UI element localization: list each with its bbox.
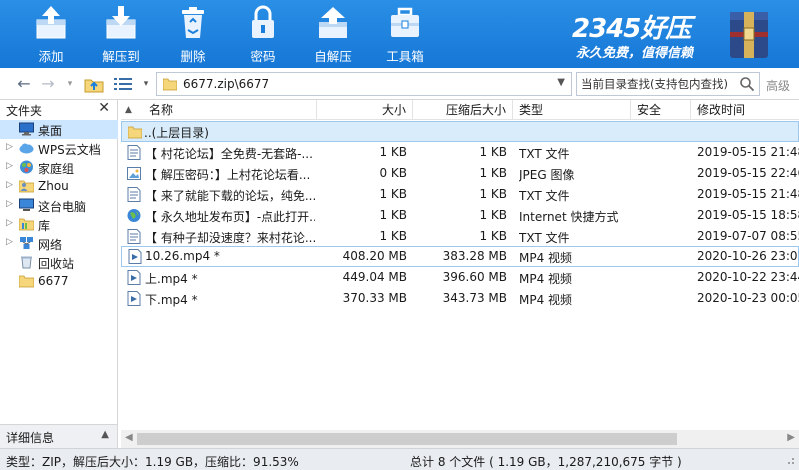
archive-info-text: 类型：ZIP，解压后大小：1.19 GB，压缩比：91.53% xyxy=(6,455,299,469)
file-row[interactable]: 【 解压密码：】上村花论坛看... 0 KB 1 KB JPEG 图像 2019… xyxy=(121,163,799,184)
column-modified[interactable]: 修改时间 xyxy=(691,100,799,120)
trash-icon xyxy=(182,7,204,38)
video-file-icon xyxy=(127,291,141,306)
file-row[interactable]: 【 来了就能下载的论坛，纯免... 1 KB 1 KB TXT 文件 2019-… xyxy=(121,184,799,205)
video-file-icon xyxy=(127,270,141,285)
address-bar: ← → ▾ ▾ 6677.zip\6677 ▼ 高级 xyxy=(0,68,799,100)
tree-item-zhou[interactable]: ▷ Zhou xyxy=(0,177,118,196)
extract-to-button[interactable]: 解压到 xyxy=(90,0,152,68)
brand-slogan: 永久免费，值得信赖 xyxy=(576,46,694,61)
expand-arrow-icon[interactable]: ▷ xyxy=(6,180,13,190)
scroll-right-icon[interactable]: ▶ xyxy=(787,432,795,443)
path-field[interactable]: 6677.zip\6677 ▼ xyxy=(156,72,572,96)
archive-box-icon xyxy=(730,12,768,58)
text-file-icon xyxy=(127,187,141,202)
network-icon xyxy=(20,237,33,249)
parent-directory-row[interactable]: ..(上层目录) xyxy=(121,121,799,142)
recycle-bin-icon xyxy=(21,256,32,269)
file-row[interactable]: 【 村花论坛】全免费-无套路-... 1 KB 1 KB TXT 文件 2019… xyxy=(121,142,799,163)
file-row[interactable]: 10.26.mp4 * 408.20 MB 383.28 MB MP4 视频 2… xyxy=(121,246,799,267)
folder-panel-header: 文件夹 ✕ xyxy=(0,100,118,120)
search-box xyxy=(576,72,760,96)
path-text: 6677.zip\6677 xyxy=(183,77,270,91)
internet-shortcut-icon xyxy=(127,209,141,222)
lock-icon xyxy=(252,5,274,38)
user-folder-icon xyxy=(19,180,34,193)
desktop-icon xyxy=(19,122,34,136)
file-row[interactable]: 【 永久地址发布页】-点此打开... 1 KB 1 KB Internet 快捷… xyxy=(121,205,799,226)
expand-arrow-icon[interactable]: ▷ xyxy=(6,142,13,152)
tree-item-desktop[interactable]: 桌面 xyxy=(0,120,118,139)
status-bar: 类型：ZIP，解压后大小：1.19 GB，压缩比：91.53% 总计 8 个文件… xyxy=(0,448,799,470)
brand-title: 2345好压 xyxy=(572,14,691,44)
add-button[interactable]: 添加 xyxy=(20,0,82,68)
close-icon[interactable]: ✕ xyxy=(98,100,110,116)
folder-icon xyxy=(163,78,177,91)
expand-arrow-icon[interactable]: ▷ xyxy=(6,237,13,247)
expand-arrow-icon[interactable]: ▷ xyxy=(6,218,13,228)
forward-icon[interactable]: → xyxy=(38,74,58,94)
path-dropdown-icon[interactable]: ▼ xyxy=(557,77,565,88)
parent-directory-label: ..(上层目录) xyxy=(144,126,209,140)
brand-logo: 2345好压 永久免费，值得信赖 xyxy=(572,8,720,62)
tree-item-library[interactable]: ▷ 库 xyxy=(0,215,118,234)
column-name[interactable]: ▲ 名称 xyxy=(121,100,317,120)
tree-item-recycle-bin[interactable]: 回收站 xyxy=(0,253,118,272)
folder-panel-title: 文件夹 xyxy=(6,104,43,118)
horizontal-scrollbar[interactable]: ◀ ▶ xyxy=(121,430,799,448)
folder-icon xyxy=(128,126,142,139)
toolbox-icon xyxy=(391,7,419,37)
file-list: ▲ 名称 大小 压缩后大小 类型 安全 修改时间 ..(上层目录) 【 村花论坛… xyxy=(121,100,799,448)
view-mode-icon[interactable] xyxy=(114,77,132,91)
tree-item-homegroup[interactable]: ▷ 家庭组 xyxy=(0,158,118,177)
text-file-icon xyxy=(127,145,141,160)
computer-icon xyxy=(19,198,34,211)
column-packed-size[interactable]: 压缩后大小 xyxy=(413,100,513,120)
text-file-icon xyxy=(127,229,141,244)
expand-arrow-icon[interactable]: ▷ xyxy=(6,161,13,171)
file-list-header: ▲ 名称 大小 压缩后大小 类型 安全 修改时间 xyxy=(121,100,799,120)
add-icon xyxy=(36,6,66,39)
search-icon[interactable] xyxy=(739,76,755,92)
tree-item-this-pc[interactable]: ▷ 这台电脑 xyxy=(0,196,118,215)
up-folder-icon[interactable] xyxy=(84,75,104,93)
extract-icon xyxy=(106,6,136,39)
file-row[interactable]: 上.mp4 * 449.04 MB 396.60 MB MP4 视频 2020-… xyxy=(121,267,799,288)
chevron-up-icon[interactable]: ▲ xyxy=(101,429,109,440)
file-row[interactable]: 下.mp4 * 370.33 MB 343.73 MB MP4 视频 2020-… xyxy=(121,288,799,309)
toolbox-button[interactable]: 工具箱 xyxy=(374,0,436,68)
back-icon[interactable]: ← xyxy=(14,74,34,94)
homegroup-icon xyxy=(20,160,33,174)
details-panel-toggle[interactable]: 详细信息 ▲ xyxy=(0,424,118,448)
main-toolbar: 添加 解压到 删除 密码 自解压 工具箱 2345好压 永久免费，值得信赖 xyxy=(0,0,799,68)
scroll-left-icon[interactable]: ◀ xyxy=(125,432,133,443)
password-button[interactable]: 密码 xyxy=(232,0,294,68)
view-dropdown-icon[interactable]: ▾ xyxy=(136,74,156,94)
tree-item-wps-cloud[interactable]: ▷ WPS云文档 xyxy=(0,139,118,158)
history-dropdown-icon[interactable]: ▾ xyxy=(60,74,80,94)
folder-icon xyxy=(19,275,34,288)
scrollbar-thumb[interactable] xyxy=(137,433,677,445)
tree-item-6677[interactable]: 6677 xyxy=(0,272,118,291)
expand-arrow-icon[interactable]: ▷ xyxy=(6,199,13,209)
column-type[interactable]: 类型 xyxy=(513,100,631,120)
video-file-icon xyxy=(128,249,142,264)
file-row[interactable]: 【 有种子却没速度？来村花论... 1 KB 1 KB TXT 文件 2019-… xyxy=(121,226,799,247)
library-icon xyxy=(19,218,34,231)
sort-ascending-icon: ▲ xyxy=(125,105,132,115)
cloud-icon xyxy=(19,143,34,154)
delete-button[interactable]: 删除 xyxy=(162,0,224,68)
column-security[interactable]: 安全 xyxy=(631,100,691,120)
self-extract-icon xyxy=(319,7,347,38)
total-files-text: 总计 8 个文件 ( 1.19 GB，1,287,210,675 字节 ) xyxy=(410,455,682,469)
image-file-icon xyxy=(127,167,141,180)
tree-item-network[interactable]: ▷ 网络 xyxy=(0,234,118,253)
column-size[interactable]: 大小 xyxy=(317,100,413,120)
folder-tree-panel: 文件夹 ✕ 桌面 ▷ WPS云文档 ▷ 家庭组 ▷ Zhou ▷ 这台电脑 ▷ … xyxy=(0,100,118,448)
resize-grip-icon[interactable] xyxy=(785,455,795,465)
search-input[interactable] xyxy=(581,76,737,92)
self-extract-button[interactable]: 自解压 xyxy=(302,0,364,68)
advanced-search-link[interactable]: 高级 xyxy=(766,77,790,94)
